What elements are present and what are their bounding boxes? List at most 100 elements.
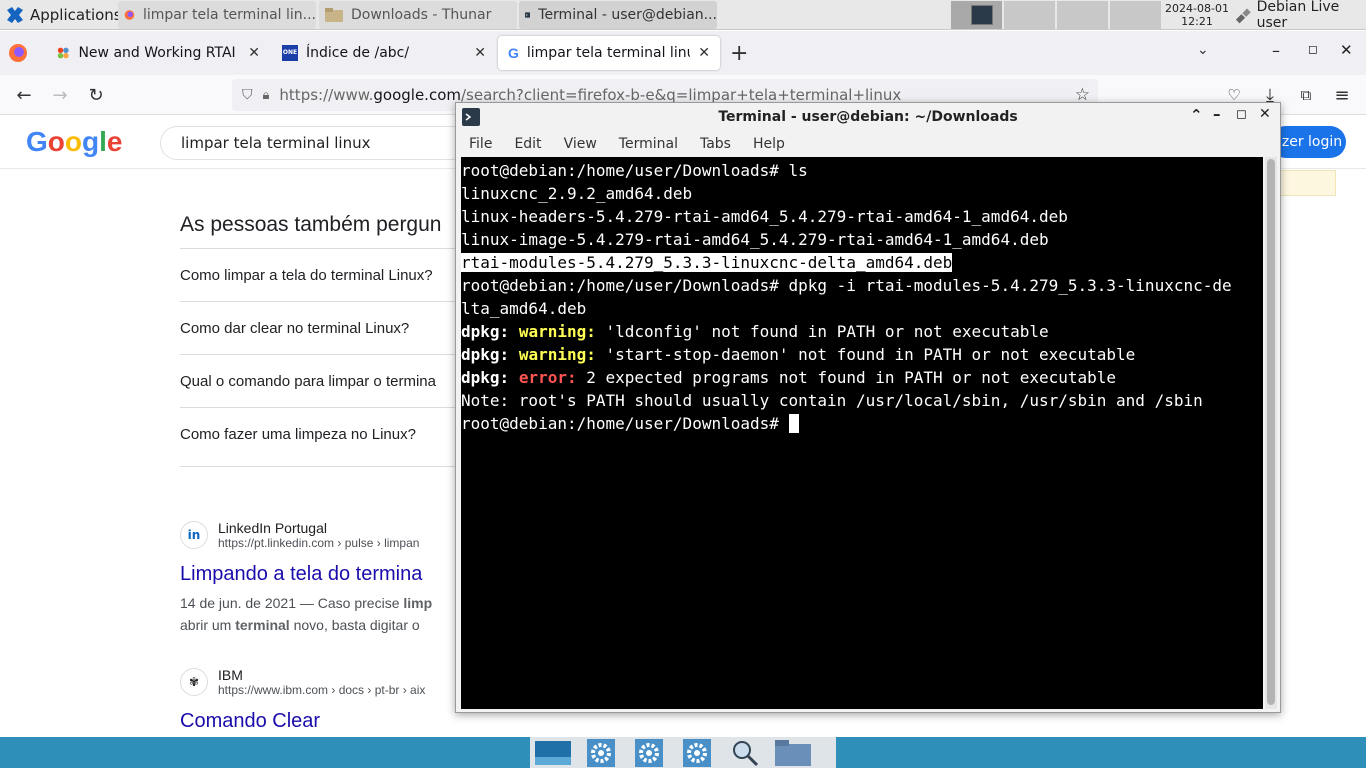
menu-icon[interactable]: ≡ bbox=[1324, 75, 1360, 115]
terminal-scrollbar[interactable] bbox=[1265, 157, 1277, 709]
menu-view[interactable]: View bbox=[564, 136, 597, 152]
back-button[interactable]: ← bbox=[6, 75, 42, 115]
close-icon[interactable]: ✕ bbox=[248, 45, 260, 61]
lock-icon: 🔒︎ bbox=[262, 87, 270, 103]
settings-gear-icon[interactable] bbox=[582, 738, 620, 767]
clock-date: 2024-08-01 bbox=[1165, 2, 1229, 15]
term-line: linux-headers-5.4.279-rtai-amd64_5.4.279… bbox=[461, 207, 1068, 226]
joomla-icon bbox=[57, 47, 69, 59]
onedrive-icon: ONE bbox=[282, 45, 298, 61]
menu-edit[interactable]: Edit bbox=[514, 136, 541, 152]
term-line: linuxcnc_2.9.2_amd64.deb bbox=[461, 184, 693, 203]
settings-gear-icon[interactable] bbox=[630, 738, 668, 767]
scrollbar-thumb[interactable] bbox=[1267, 159, 1275, 705]
new-tab-button[interactable]: + bbox=[730, 41, 748, 66]
google-g-icon: G bbox=[508, 45, 519, 61]
taskbar-label: Downloads - Thunar bbox=[351, 7, 492, 23]
network-plug-icon bbox=[1235, 8, 1251, 24]
result-snippet: 14 de jun. de 2021 — Caso precise limp a… bbox=[180, 595, 433, 633]
text-cursor bbox=[788, 414, 799, 433]
list-tabs-chevron-icon[interactable]: ⌄ bbox=[1197, 42, 1209, 58]
paa-item[interactable]: Qual o comando para limpar o termina bbox=[180, 354, 480, 407]
paa-item[interactable]: Como limpar a tela do terminal Linux? bbox=[180, 248, 480, 301]
show-desktop-icon[interactable] bbox=[534, 739, 572, 767]
terminal-titlebar[interactable]: Terminal - user@debian: ~/Downloads ⌃ – … bbox=[456, 103, 1280, 131]
clock[interactable]: 2024-08-01 12:21 bbox=[1162, 0, 1232, 30]
maximize-button[interactable]: ◻ bbox=[1236, 107, 1247, 122]
term-line: Note: root's PATH should usually contain… bbox=[461, 391, 1203, 410]
terminal-window: Terminal - user@debian: ~/Downloads ⌃ – … bbox=[455, 102, 1281, 713]
terminal-icon bbox=[462, 108, 480, 130]
reload-button[interactable]: ↻ bbox=[78, 75, 114, 115]
term-line: lta_amd64.deb bbox=[461, 299, 587, 318]
terminal-title: Terminal - user@debian: ~/Downloads bbox=[718, 109, 1018, 125]
term-line-warning: dpkg: warning: 'start-stop-daemon' not f… bbox=[461, 345, 1136, 364]
clock-time: 12:21 bbox=[1181, 15, 1213, 28]
firefox-tabbar: New and Working RTAI de ✕ ONE Índice de … bbox=[0, 31, 1366, 75]
term-line: root@debian:/home/user/Downloads# dpkg -… bbox=[461, 276, 1232, 295]
firefox-view-icon[interactable] bbox=[8, 43, 28, 67]
shield-icon: ⛉ bbox=[242, 87, 253, 103]
folder-icon[interactable] bbox=[774, 739, 812, 767]
terminal-menubar: File Edit View Terminal Tabs Help bbox=[456, 131, 1280, 157]
close-window-button[interactable]: ✕ bbox=[1340, 41, 1353, 59]
divider bbox=[180, 466, 480, 467]
user-menu[interactable]: Debian Live user bbox=[1234, 0, 1366, 31]
terminal-output[interactable]: root@debian:/home/user/Downloads# ls linu… bbox=[461, 157, 1263, 709]
menu-tabs[interactable]: Tabs bbox=[700, 136, 731, 152]
menu-file[interactable]: File bbox=[469, 136, 492, 152]
login-button[interactable]: zer login bbox=[1270, 126, 1346, 158]
extensions-icon[interactable]: ⧉ bbox=[1288, 75, 1324, 115]
forward-button[interactable]: → bbox=[42, 75, 78, 115]
taskbar-label: Terminal - user@debian... bbox=[538, 7, 717, 23]
taskbar-item-terminal[interactable]: Terminal - user@debian... bbox=[519, 1, 717, 29]
maximize-button[interactable]: ◻ bbox=[1308, 42, 1318, 56]
term-line-error: dpkg: error: 2 expected programs not fou… bbox=[461, 368, 1117, 387]
result-title-link[interactable]: Limpando a tela do termina bbox=[180, 563, 422, 586]
term-prompt-line: root@debian:/home/user/Downloads# bbox=[461, 412, 1263, 435]
source-name: LinkedIn Portugal bbox=[218, 520, 327, 536]
source-url: https://www.ibm.com › docs › pt-br › aix bbox=[218, 683, 426, 697]
term-line-selected: rtai-modules-5.4.279_5.3.3-linuxcnc-delt… bbox=[461, 253, 953, 272]
notice-box bbox=[1280, 170, 1336, 196]
taskbar-item-firefox[interactable]: limpar tela terminal lin... bbox=[118, 1, 316, 29]
tab-label: limpar tela terminal linux bbox=[526, 45, 691, 61]
tab-label: New and Working RTAI de bbox=[78, 45, 241, 61]
minimize-button[interactable]: – bbox=[1272, 41, 1280, 60]
ibm-bee-icon: ✾ bbox=[180, 668, 208, 696]
paa-item[interactable]: Como dar clear no terminal Linux? bbox=[180, 301, 480, 354]
workspace-3[interactable] bbox=[1057, 1, 1109, 29]
close-icon[interactable]: ✕ bbox=[698, 45, 710, 61]
taskbar-item-thunar[interactable]: Downloads - Thunar bbox=[319, 1, 517, 29]
tab-indice[interactable]: ONE Índice de /abc/ ✕ bbox=[272, 36, 496, 70]
linkedin-icon: in bbox=[180, 521, 208, 549]
google-doodle-logo[interactable]: Google bbox=[26, 126, 122, 158]
workspace-1[interactable] bbox=[951, 1, 1003, 29]
shade-button[interactable]: ⌃ bbox=[1190, 106, 1203, 124]
tab-label: Índice de /abc/ bbox=[306, 45, 410, 61]
launcher-bar bbox=[530, 737, 836, 768]
minimize-button[interactable]: – bbox=[1213, 105, 1221, 123]
workspace-4[interactable] bbox=[1110, 1, 1162, 29]
menu-terminal[interactable]: Terminal bbox=[619, 136, 678, 152]
tab-rtai[interactable]: New and Working RTAI de ✕ bbox=[46, 36, 270, 70]
applications-label: Applications bbox=[30, 6, 122, 24]
settings-gear-icon[interactable] bbox=[678, 738, 716, 767]
folder-icon bbox=[325, 8, 343, 22]
result-source[interactable]: ✾ IBM https://www.ibm.com › docs › pt-br… bbox=[180, 667, 425, 697]
top-panel: Applications ≡ limpar tela terminal lin.… bbox=[0, 0, 1366, 31]
source-url: https://pt.linkedin.com › pulse › limpan bbox=[218, 536, 420, 550]
close-button[interactable]: ✕ bbox=[1259, 106, 1271, 122]
result-source[interactable]: in LinkedIn Portugal https://pt.linkedin… bbox=[180, 520, 419, 550]
menu-help[interactable]: Help bbox=[753, 136, 785, 152]
taskbar-label: limpar tela terminal lin... bbox=[142, 7, 316, 23]
term-line-warning: dpkg: warning: 'ldconfig' not found in P… bbox=[461, 322, 1049, 341]
result-title-link[interactable]: Comando Clear bbox=[180, 710, 320, 733]
close-icon[interactable]: ✕ bbox=[474, 45, 486, 61]
people-also-ask-title: As pessoas também pergun bbox=[180, 213, 442, 236]
user-label: Debian Live user bbox=[1256, 0, 1340, 31]
workspace-2[interactable] bbox=[1004, 1, 1056, 29]
paa-item[interactable]: Como fazer uma limpeza no Linux? bbox=[180, 407, 480, 460]
tab-google-search[interactable]: G limpar tela terminal linux ✕ bbox=[498, 36, 720, 70]
search-icon[interactable] bbox=[726, 739, 764, 767]
